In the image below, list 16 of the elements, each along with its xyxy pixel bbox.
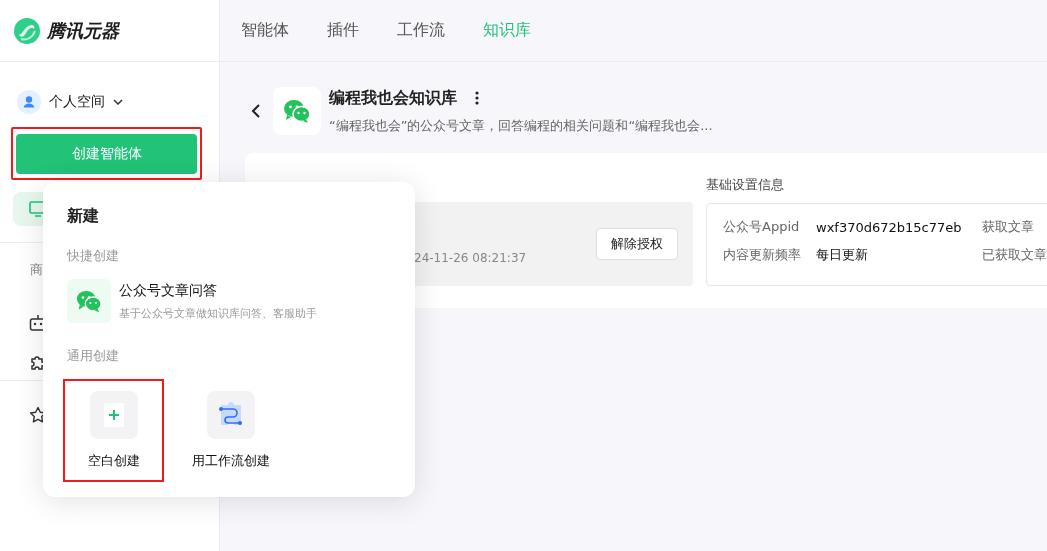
field-value: wxf370d672b15c77eb [816, 219, 963, 235]
field-value: 每日更新 [816, 246, 869, 264]
section-heading: 快捷创建 [67, 247, 120, 265]
field-label: 已获取文章 [982, 246, 1047, 264]
logo-text: 腾讯元器 [47, 18, 119, 43]
knowledge-base-description: “编程我也会”的公众号文章，回答编程的相关问题和“编程我也会... [329, 116, 713, 135]
field-label: 获取文章 [982, 218, 1034, 236]
knowledge-base-title: 编程我也会知识库 [329, 87, 457, 109]
field-label: 内容更新频率 [723, 246, 802, 264]
authorized-date: 24-11-26 08:21:37 [414, 251, 527, 265]
template-description: 基于公众号文章做知识库问答、客服助手 [119, 305, 317, 321]
section-heading: 通用创建 [67, 347, 120, 365]
field-label: 公众号Appid [723, 218, 801, 236]
section-label: 商 [30, 261, 44, 279]
menu-title: 新建 [67, 206, 100, 227]
section-heading: 基础设置信息 [706, 176, 785, 194]
